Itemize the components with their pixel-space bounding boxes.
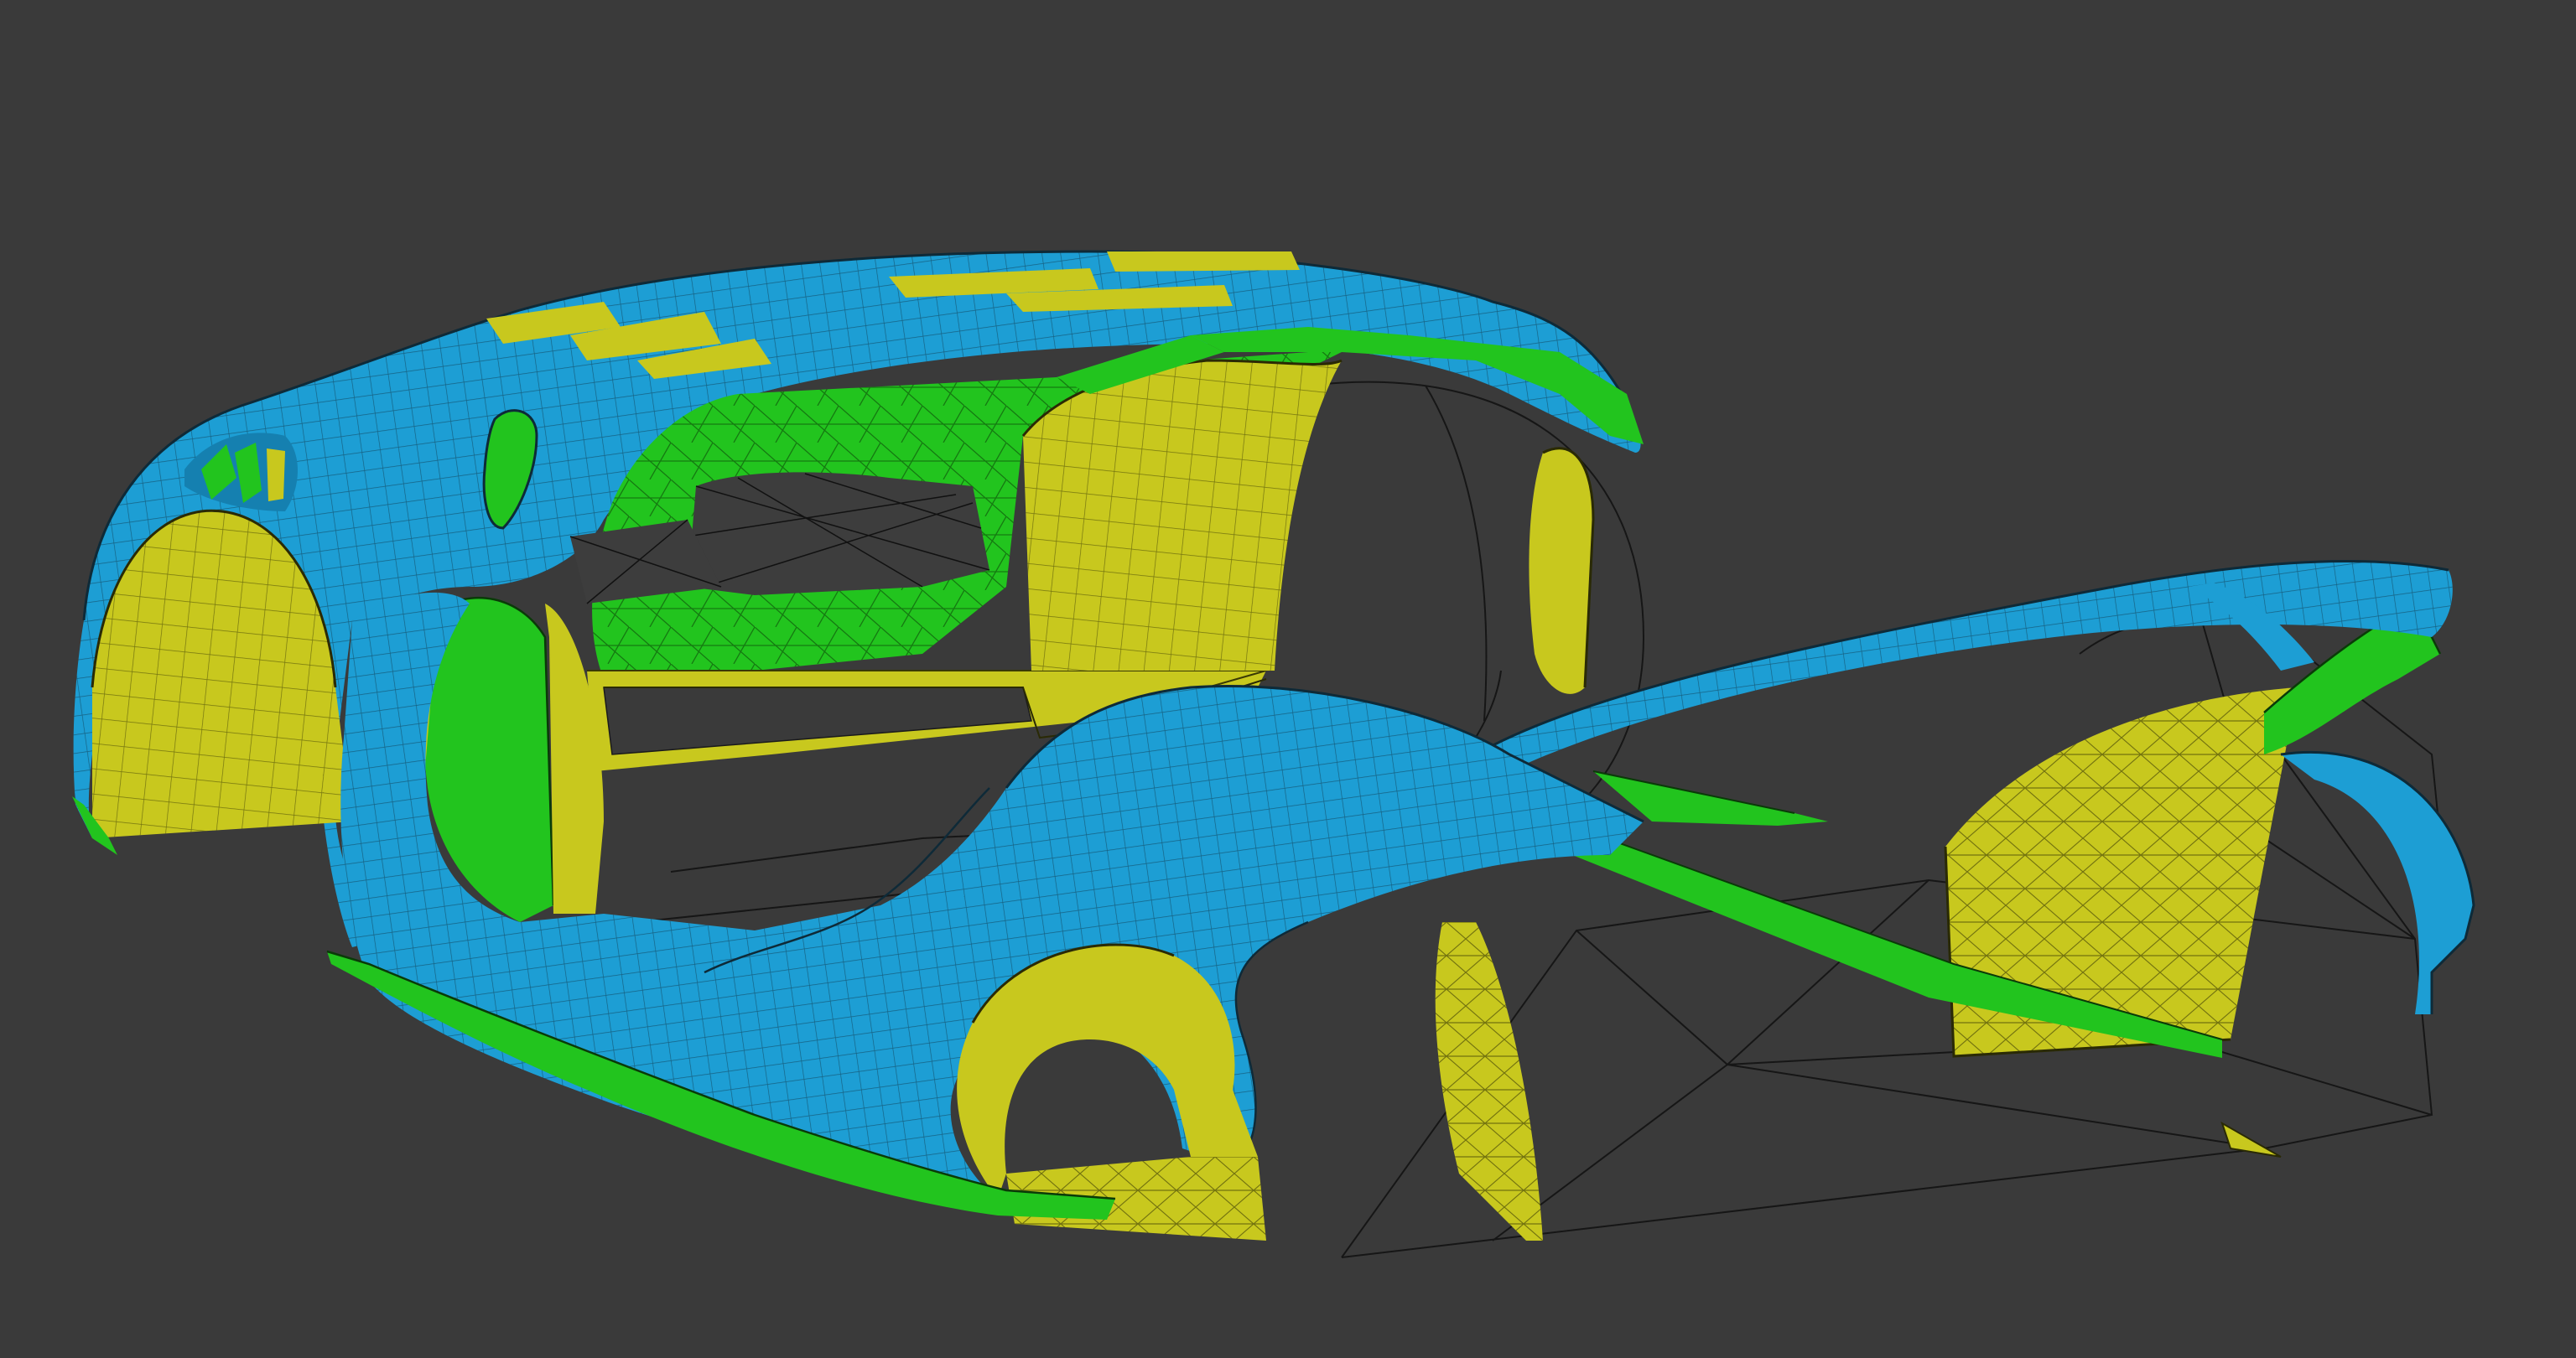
model-canvas [72,250,2475,1258]
rear-bumper-panel [2280,750,2475,1014]
3d-viewport[interactable] [0,0,2576,1358]
c-pillar-liner [1529,447,1595,694]
rear-wing [1475,560,2453,771]
b-pillar-liner [1021,359,1343,671]
